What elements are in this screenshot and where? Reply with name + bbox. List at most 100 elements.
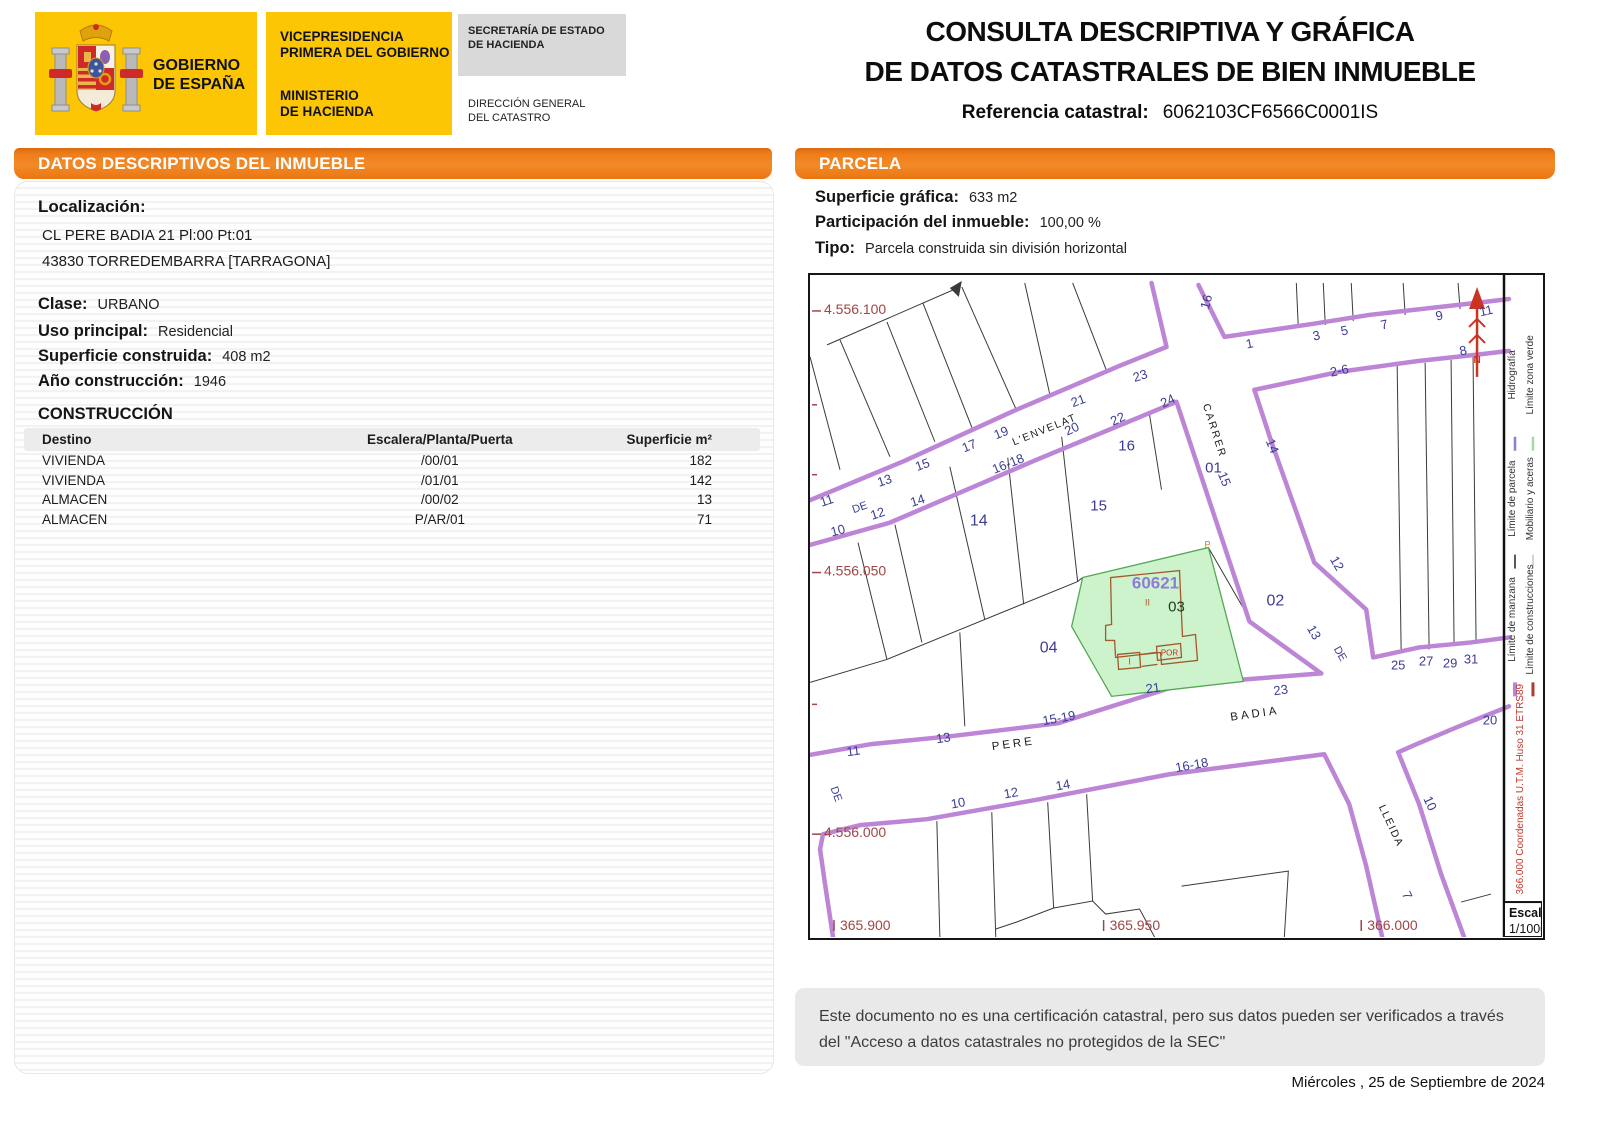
document-title: CONSULTA DESCRIPTIVA Y GRÁFICA DE DATOS … xyxy=(840,16,1500,124)
field-label: Uso principal: xyxy=(38,322,149,340)
parcel-boundary xyxy=(1295,282,1299,328)
map-label: 11 xyxy=(1478,302,1494,319)
map-label: 23 xyxy=(1273,681,1289,698)
field-value: 1946 xyxy=(193,374,227,390)
parcel-boundary xyxy=(961,286,1018,411)
field-label: Superficie construida: xyxy=(38,347,213,365)
map-label: 15-19 xyxy=(1041,708,1076,729)
field-superficie-grafica: Superficie gráfica: 633 m2 xyxy=(815,188,1017,207)
field-participacion: Participación del inmueble: 100,00 % xyxy=(815,213,1101,232)
map-label: 1 xyxy=(1244,335,1254,351)
field-label: Clase: xyxy=(38,295,88,313)
parcel-boundary xyxy=(959,632,966,727)
map-label: 11 xyxy=(846,742,861,759)
map-label: P xyxy=(1204,540,1210,550)
parcel-boundary xyxy=(1047,802,1055,909)
parcel-boundary xyxy=(1460,893,1492,903)
min-line1: MINISTERIO xyxy=(280,88,359,103)
map-label: 7 xyxy=(1379,316,1389,332)
subject-parcel xyxy=(1070,546,1245,698)
boundary-arrowhead xyxy=(949,280,962,297)
street-line xyxy=(1196,282,1512,340)
parcel-boundary xyxy=(991,812,997,937)
ref-value: 6062103CF6566C0001IS xyxy=(1162,102,1379,123)
map-label: 2-6 xyxy=(1329,361,1350,380)
parcel-boundary xyxy=(1472,356,1477,641)
map-label: 16 xyxy=(1118,438,1135,455)
field-superficie: Superficie construida: 408 m2 xyxy=(38,347,271,366)
map-label: 21 xyxy=(1145,679,1161,696)
parcel-boundary xyxy=(857,542,888,660)
cell-escalera: /01/01 xyxy=(421,472,459,488)
table-row: VIVIENDA /00/01 182 xyxy=(24,451,760,471)
map-label: 3 xyxy=(1311,327,1321,343)
direccion-catastro-text: DIRECCIÓN GENERAL DEL CATASTRO xyxy=(468,97,585,125)
map-label: 11 xyxy=(818,491,835,509)
table-row: VIVIENDA /01/01 142 xyxy=(24,471,760,491)
map-label: N xyxy=(1473,355,1480,366)
parcel-boundary xyxy=(1061,436,1079,582)
field-value: 100,00 % xyxy=(1039,215,1101,231)
map-label: 60621 xyxy=(1132,574,1179,593)
cell-destino: VIVIENDA xyxy=(42,472,106,488)
map-label: 12 xyxy=(1327,553,1347,573)
spain-coat-of-arms-icon xyxy=(49,24,143,112)
direccion-line2: DEL CATASTRO xyxy=(468,112,551,124)
map-label: DE xyxy=(851,500,869,516)
secretaria-line1: SECRETARÍA DE ESTADO xyxy=(468,25,605,37)
map-label: DE xyxy=(1331,644,1349,663)
map-label: 25 xyxy=(1391,657,1405,672)
map-label: 13 xyxy=(935,729,951,746)
cadastral-document: { "header": { "logo": { "gob1": "GOBIERN… xyxy=(0,0,1600,1130)
address-line2: 43830 TORREDEMBARRA [TARRAGONA] xyxy=(42,253,331,270)
field-label: Año construcción: xyxy=(38,372,184,390)
section-header-datos: DATOS DESCRIPTIVOS DEL INMUEBLE xyxy=(14,148,772,179)
map-label: 4.556.100 xyxy=(824,301,886,317)
field-value: 633 m2 xyxy=(968,190,1018,206)
col-escalera: Escalera/Planta/Puerta xyxy=(367,432,513,447)
logo-gobierno-block: GOBIERNO DE ESPAÑA xyxy=(35,12,257,135)
map-label: 17 xyxy=(960,436,979,455)
field-value: URBANO xyxy=(97,297,160,313)
parcel-boundary xyxy=(1450,359,1455,646)
vice-line2: PRIMERA DEL GOBIERNO xyxy=(280,45,450,60)
map-label: 02 xyxy=(1266,593,1284,610)
parcel-boundary xyxy=(1424,362,1430,650)
disclaimer-text: Este documento no es una certificación c… xyxy=(795,988,1545,1066)
construccion-title: CONSTRUCCIÓN xyxy=(38,405,173,423)
datos-panel xyxy=(14,181,774,1074)
map-label: DE xyxy=(828,785,844,803)
map-label: 365.900 xyxy=(840,917,891,933)
escala-value: 1/1000 xyxy=(1509,922,1542,936)
street-line xyxy=(1252,387,1512,660)
document-date: Miércoles , 25 de Septiembre de 2024 xyxy=(1291,1074,1545,1091)
legend-label: Límite de manzana xyxy=(1507,577,1518,662)
utm-coords-note: 366.000 Coordenadas U.T.M. Huso 31 ETRS8… xyxy=(1515,683,1526,894)
cell-destino: ALMACEN xyxy=(42,492,108,508)
cell-superficie: 13 xyxy=(696,492,712,508)
localizacion-label: Localización: xyxy=(38,197,146,216)
parcel-boundary xyxy=(1072,282,1108,372)
map-label: 31 xyxy=(1464,651,1478,666)
title-line2: DE DATOS CATASTRALES DE BIEN INMUEBLE xyxy=(864,56,1476,87)
parcel-boundary xyxy=(1086,794,1094,902)
cell-superficie: 71 xyxy=(696,511,712,527)
gobierno-line1: GOBIERNO xyxy=(153,57,241,74)
map-label: 20 xyxy=(1483,712,1497,727)
gobierno-text: GOBIERNO DE ESPAÑA xyxy=(153,56,245,94)
map-label: 19 xyxy=(992,423,1011,442)
map-label: 7 xyxy=(1399,889,1416,902)
map-label: 23 xyxy=(1131,366,1149,385)
cell-escalera: P/AR/01 xyxy=(414,511,465,527)
parcel-boundary xyxy=(1149,414,1163,490)
legend-label: Hidrografía xyxy=(1507,350,1518,400)
map-label: 4.556.000 xyxy=(824,824,886,840)
parcel-boundary xyxy=(1181,870,1289,937)
legend-label: Límite de parcela xyxy=(1507,460,1518,537)
map-label: 10 xyxy=(950,794,967,811)
cell-destino: ALMACEN xyxy=(42,511,108,527)
map-label: 12 xyxy=(1003,784,1020,801)
street-line xyxy=(1252,348,1512,393)
cell-superficie: 182 xyxy=(689,453,712,469)
legend-label: Límite zona verde xyxy=(1525,335,1536,415)
